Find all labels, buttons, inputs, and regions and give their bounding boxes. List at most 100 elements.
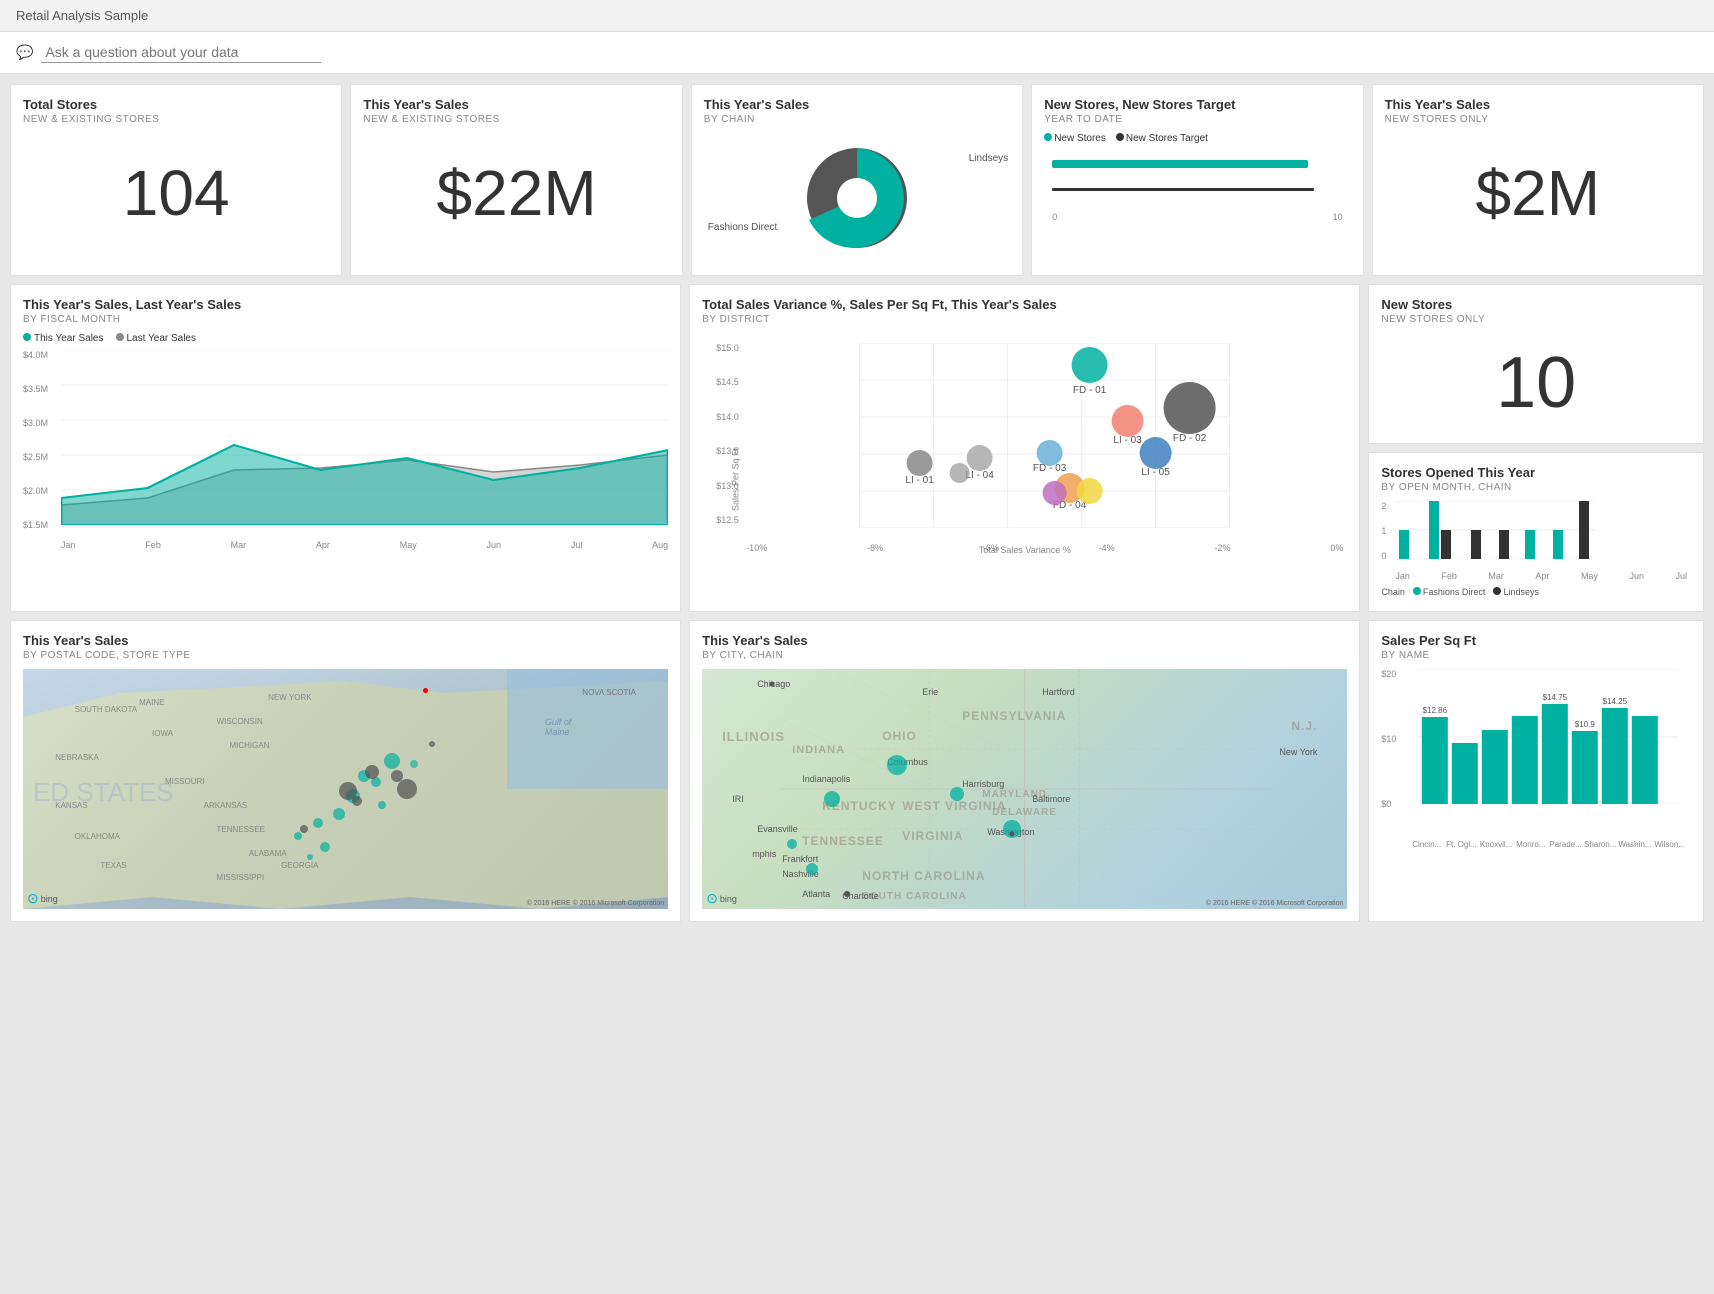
card-variance-scatter: Total Sales Variance %, Sales Per Sq Ft,… — [689, 284, 1360, 612]
map2-fd-2 — [824, 791, 840, 807]
right-col-row2: New Stores NEW STORES ONLY 10 Stores Ope… — [1368, 284, 1704, 612]
map2-new-york: New York — [1279, 747, 1317, 757]
ns-value: 10 — [1381, 333, 1691, 433]
sales-no-value: $2M — [1385, 133, 1691, 253]
sqft-svg: $12.86 $14.75 $10.9 $14.25 — [1409, 669, 1687, 804]
map2-north-carolina: NORTH CAROLINA — [862, 869, 985, 883]
row-2: This Year's Sales, Last Year's Sales BY … — [10, 284, 1704, 612]
qa-input[interactable] — [41, 42, 321, 63]
map1-alabama: ALABAMA — [249, 849, 287, 858]
svg-text:$14.75: $14.75 — [1543, 693, 1568, 702]
fm-legend-ly: Last Year Sales — [116, 333, 197, 344]
map1-bg: ED STATES Gulf ofMaine NOVA SCOTIA SOUTH… — [23, 669, 668, 909]
nst-subtitle: YEAR TO DATE — [1044, 114, 1350, 125]
svg-text:LI - 03: LI - 03 — [1114, 435, 1143, 446]
card-sales-city: This Year's Sales BY CITY, CHAIN — [689, 620, 1360, 922]
dashboard: Total Stores NEW & EXISTING STORES 104 T… — [0, 74, 1714, 932]
map1-bing: ⊙ bing — [27, 890, 58, 907]
map2-li-2 — [844, 891, 850, 897]
row-3: This Year's Sales BY POSTAL CODE, STORE … — [10, 620, 1704, 922]
scatter-area: Sales Per Sq Ft $15.0 $14.5 $14.0 $13.5 … — [702, 333, 1347, 553]
nst-fill-target — [1052, 188, 1313, 191]
map2-indiana: INDIANA — [792, 744, 845, 756]
map2-harrisburg: Harrisburg — [962, 779, 1004, 789]
map2-copyright: © 2016 HERE © 2016 Microsoft Corporation — [1206, 900, 1344, 907]
map1-georgia: GEORGIA — [281, 861, 318, 870]
nst-legend-target: New Stores Target — [1116, 133, 1208, 144]
chain-label-li: Lindseys — [969, 153, 1008, 164]
total-stores-title: Total Stores — [23, 97, 329, 112]
card-sales-sqft: Sales Per Sq Ft BY NAME $20 $10 $0 — [1368, 620, 1704, 922]
map1-arkansas: ARKANSAS — [204, 801, 248, 810]
sales-ne-subtitle: NEW & EXISTING STORES — [363, 114, 669, 125]
map2-virginia: VIRGINIA — [902, 829, 963, 843]
bing-label-2: bing — [720, 894, 737, 904]
map2-evansville: Evansville — [757, 824, 798, 834]
fm-dot-ly — [116, 333, 124, 341]
so-y: 2 1 0 — [1381, 501, 1391, 561]
map2-fd-4 — [950, 787, 964, 801]
fm-dot-ty — [23, 333, 31, 341]
nst-dot-new — [1044, 133, 1052, 141]
svg-text:$12.86: $12.86 — [1423, 706, 1448, 715]
scatter-svg: FD - 01 FD - 02 LI - 03 FD - 03 — [746, 343, 1343, 528]
sales-ne-value: $22M — [363, 133, 669, 253]
scatter-y-axis: $15.0 $14.5 $14.0 $13.5 $13.0 $12.5 — [716, 343, 739, 525]
svg-text:$14.25: $14.25 — [1603, 697, 1628, 706]
map1-dot-5 — [333, 808, 345, 820]
map2-bing: ⊙ bing — [706, 890, 737, 907]
map2-erie: Erie — [922, 687, 938, 697]
card-sales-postal: This Year's Sales BY POSTAL CODE, STORE … — [10, 620, 681, 922]
fm-title: This Year's Sales, Last Year's Sales — [23, 297, 668, 312]
nst-bar-2 — [1052, 188, 1342, 208]
pie-chart: Fashions Direct Lindseys — [704, 133, 1010, 263]
app-header: Retail Analysis Sample — [0, 0, 1714, 32]
card-new-stores: New Stores NEW STORES ONLY 10 — [1368, 284, 1704, 444]
svg-text:FD - 02: FD - 02 — [1173, 433, 1207, 444]
map1-nebraska: NEBRASKA — [55, 753, 99, 762]
bing-label: bing — [41, 894, 58, 904]
total-stores-subtitle: NEW & EXISTING STORES — [23, 114, 329, 125]
map2-fd-6 — [787, 839, 797, 849]
pie-svg — [792, 133, 922, 263]
map2-memphis: mphis — [752, 849, 776, 859]
sc-title: This Year's Sales — [702, 633, 1347, 648]
svg-text:$10.9: $10.9 — [1575, 720, 1596, 729]
nst-axis-min: 0 — [1052, 212, 1057, 222]
svg-text:LI - 05: LI - 05 — [1142, 467, 1171, 478]
map2-delaware: DELAWARE — [992, 807, 1057, 818]
card-fiscal-month: This Year's Sales, Last Year's Sales BY … — [10, 284, 681, 612]
sp-title: This Year's Sales — [23, 633, 668, 648]
vs-subtitle: BY DISTRICT — [702, 314, 1347, 325]
map1-mississippi: MISSISSIPPI — [217, 873, 265, 882]
so-title: Stores Opened This Year — [1381, 465, 1691, 480]
so-x-axis: Jan Feb Mar Apr May Jun Jul — [1395, 571, 1687, 581]
map2-li-1 — [770, 682, 775, 687]
svg-text:LI - 04: LI - 04 — [966, 470, 995, 481]
so-svg — [1395, 501, 1595, 559]
map2-tennessee: TENNESSEE — [802, 834, 884, 848]
nst-axis-max: 10 — [1333, 212, 1343, 222]
map1-text: ED STATES — [33, 777, 174, 808]
chain-title: This Year's Sales — [704, 97, 1010, 112]
nst-legend-new: New Stores — [1044, 133, 1106, 144]
map1-maine: MAINE — [139, 698, 164, 707]
card-total-stores: Total Stores NEW & EXISTING STORES 104 — [10, 84, 342, 276]
map1-dot-11 — [307, 854, 313, 860]
fm-legend-ty: This Year Sales — [23, 333, 104, 344]
ns-title: New Stores — [1381, 297, 1691, 312]
sp-subtitle: BY POSTAL CODE, STORE TYPE — [23, 650, 668, 661]
map1-nova-scotia: NOVA SCOTIA — [582, 688, 636, 697]
map1-copyright: © 2016 HERE © 2016 Microsoft Corporation — [527, 900, 665, 907]
total-stores-value: 104 — [23, 133, 329, 253]
map1-newyork: NEW YORK — [268, 693, 311, 702]
svg-text:FD - 03: FD - 03 — [1033, 463, 1067, 474]
nst-dot-target — [1116, 133, 1124, 141]
qa-bar: 💬 — [0, 32, 1714, 74]
sqft-x-axis: Cincin... Ft. Ogl... Knoxvil... Monro...… — [1409, 840, 1687, 849]
ns-subtitle: NEW STORES ONLY — [1381, 314, 1691, 325]
map1-oklahoma: OKLAHOMA — [75, 832, 120, 841]
map2-illinois: ILLINOIS — [722, 729, 785, 744]
nst-hbars — [1044, 160, 1350, 208]
map1-south-dakota: SOUTH DAKOTA — [75, 705, 138, 714]
